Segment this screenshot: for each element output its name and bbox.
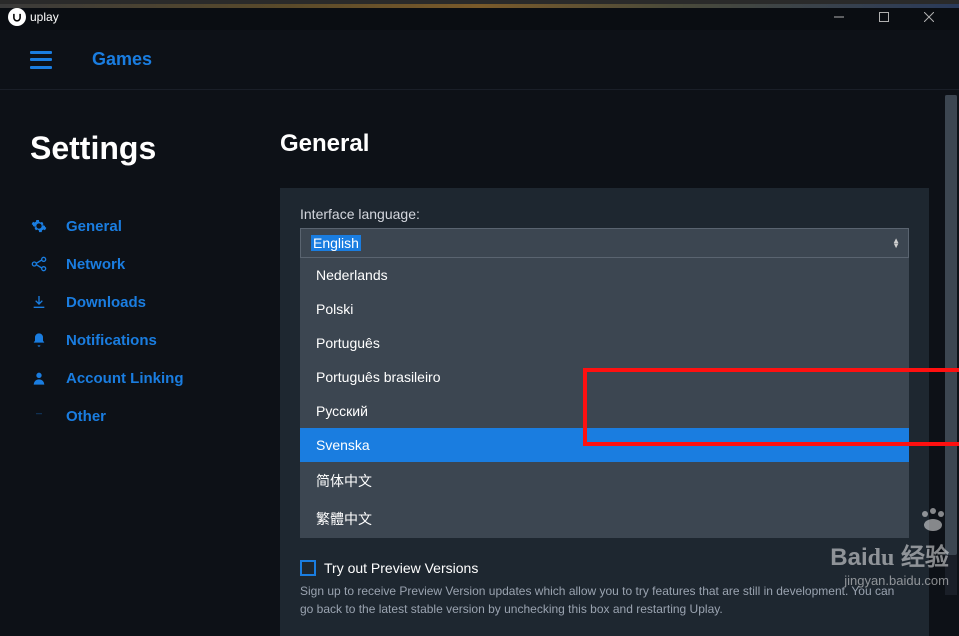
preview-description: Sign up to receive Preview Version updat… [300, 582, 909, 618]
sidebar-item-other[interactable]: Other [30, 397, 250, 435]
sidebar-item-network[interactable]: Network [30, 245, 250, 283]
app-name: uplay [30, 10, 59, 24]
sidebar-item-label: General [66, 218, 122, 235]
language-value: English [311, 235, 361, 251]
gear-icon [30, 217, 48, 235]
app-logo: uplay [8, 8, 59, 26]
sidebar-item-general[interactable]: General [30, 207, 250, 245]
sidebar: Settings General Network Downloads Notif… [0, 90, 280, 600]
language-option[interactable]: Nederlands [300, 258, 909, 292]
user-icon [30, 369, 48, 387]
sidebar-item-label: Downloads [66, 294, 146, 311]
section-heading: General [280, 130, 929, 158]
sidebar-item-account-linking[interactable]: Account Linking [30, 359, 250, 397]
scrollbar[interactable] [945, 95, 957, 595]
dots-icon [30, 407, 48, 425]
sidebar-item-label: Other [66, 408, 106, 425]
titlebar-decoration [0, 4, 959, 8]
sidebar-item-label: Notifications [66, 332, 157, 349]
menu-button[interactable] [30, 51, 52, 69]
preview-checkbox-label: Try out Preview Versions [324, 560, 478, 576]
bell-icon [30, 331, 48, 349]
download-icon [30, 293, 48, 311]
language-option[interactable]: 繁體中文 [300, 500, 909, 538]
preview-checkbox[interactable] [300, 560, 316, 576]
chevron-updown-icon: ▲▼ [892, 238, 900, 248]
language-option[interactable]: 简体中文 [300, 462, 909, 500]
language-option[interactable]: Português brasileiro [300, 360, 909, 394]
sidebar-item-notifications[interactable]: Notifications [30, 321, 250, 359]
language-label: Interface language: [300, 206, 909, 222]
settings-panel: Interface language: English ▲▼ Nederland… [280, 188, 929, 636]
page-title: Settings [30, 130, 250, 167]
top-nav: Games [0, 30, 959, 90]
preview-checkbox-row: Try out Preview Versions [300, 548, 909, 576]
language-option[interactable]: Polski [300, 292, 909, 326]
language-option[interactable]: Português [300, 326, 909, 360]
scrollbar-thumb[interactable] [945, 95, 957, 555]
logo-icon [8, 8, 26, 26]
language-select[interactable]: English ▲▼ [300, 228, 909, 258]
nav-games[interactable]: Games [92, 49, 152, 70]
sidebar-item-label: Account Linking [66, 370, 184, 387]
language-option[interactable]: Svenska [300, 428, 909, 462]
language-dropdown: Nederlands Polski Português Português br… [300, 258, 909, 538]
content: General Interface language: English ▲▼ N… [280, 90, 959, 600]
network-icon [30, 255, 48, 273]
main-area: Settings General Network Downloads Notif… [0, 90, 959, 600]
language-option[interactable]: Русский [300, 394, 909, 428]
titlebar: uplay [0, 0, 959, 30]
sidebar-item-downloads[interactable]: Downloads [30, 283, 250, 321]
sidebar-item-label: Network [66, 256, 125, 273]
